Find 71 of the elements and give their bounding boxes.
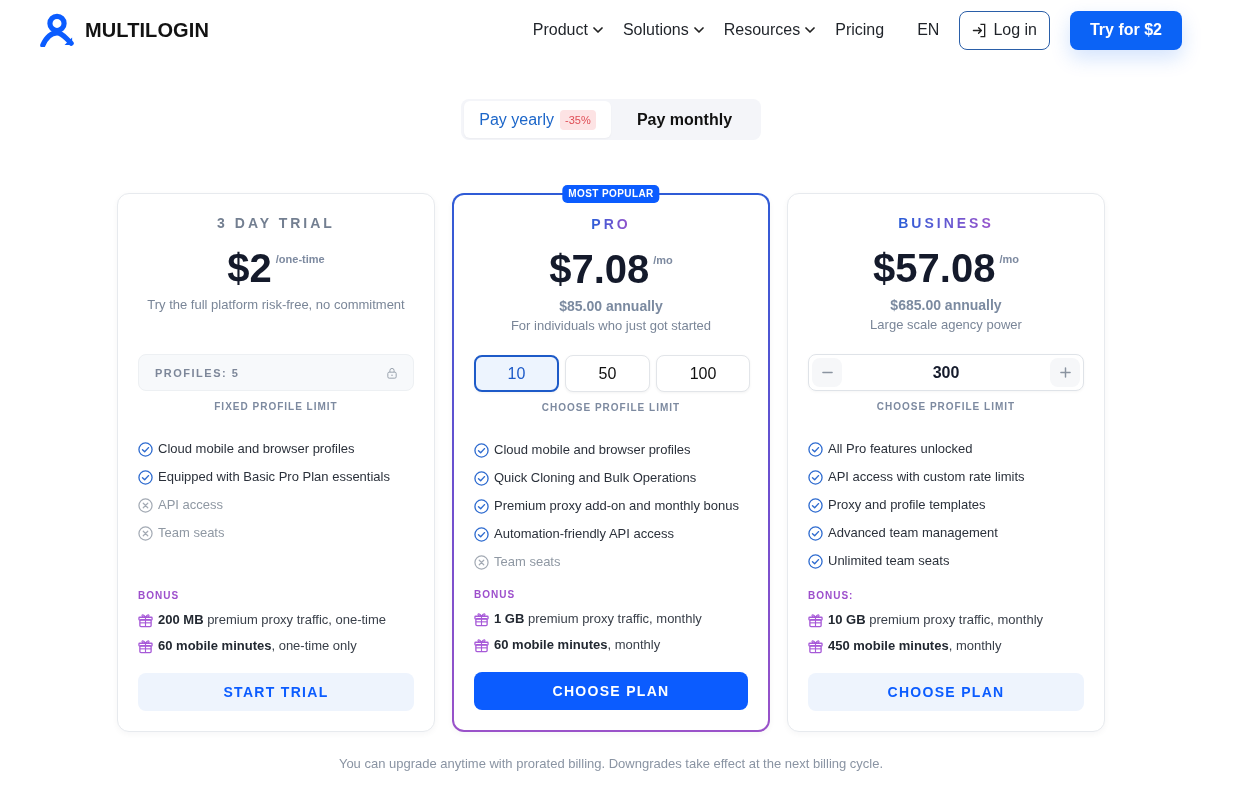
annual-price: $85.00 annually [559, 297, 663, 315]
gift-icon [138, 638, 153, 654]
profile-limit-value: PROFILES: 5 [155, 366, 240, 379]
profile-stepper[interactable]: 300 [808, 354, 1084, 391]
plan-price: $57.08 [873, 248, 996, 288]
profile-limit-caption: FIXED PROFILE LIMIT [213, 401, 339, 413]
profile-limit-caption: CHOOSE PROFILE LIMIT [540, 402, 682, 414]
bonus-text: 1 GB premium proxy traffic, monthly [494, 610, 702, 628]
feature-text: Cloud mobile and browser profiles [158, 440, 355, 458]
billing-tab[interactable]: Pay monthly [611, 101, 758, 138]
price-period: /one-time [275, 253, 325, 265]
language-link[interactable]: EN [917, 21, 940, 39]
bonus-label: BONUS: [808, 590, 855, 602]
feature-text: Quick Cloning and Bulk Operations [494, 469, 697, 487]
gift-icon [474, 611, 489, 627]
bonus-label: BONUS [474, 589, 517, 601]
price-period: /mo [999, 253, 1019, 265]
feature-text: Premium proxy add-on and monthly bonus [494, 497, 739, 515]
bonus-text: 10 GB premium proxy traffic, monthly [828, 611, 1044, 629]
profile-limit-caption: CHOOSE PROFILE LIMIT [875, 401, 1017, 413]
feature-text: Proxy and profile templates [828, 496, 986, 514]
gift-icon [138, 612, 153, 628]
feature-text: Advanced team management [828, 524, 998, 542]
profile-count: 300 [931, 363, 961, 382]
plan-tagline: For individuals who just got started [510, 317, 712, 335]
feature-text: API access [158, 496, 224, 514]
logo-text[interactable]: MULTILOGIN [85, 18, 209, 42]
gift-icon [474, 637, 489, 653]
feature-text: API access with custom rate limits [828, 468, 1025, 486]
bonus-label: BONUS [138, 590, 181, 602]
popular-ribbon: MOST POPULAR [562, 185, 660, 203]
profile-limit-option[interactable]: 50 [565, 355, 650, 392]
feature-text: Cloud mobile and browser profiles [494, 441, 691, 459]
plan-button[interactable]: START TRIAL [138, 673, 414, 711]
plan-button[interactable]: CHOOSE PLAN [808, 673, 1084, 711]
nav-link[interactable]: Pricing [835, 21, 885, 39]
bonus-text: 450 mobile minutes, monthly [828, 637, 1002, 655]
plan-price: $7.08 [549, 249, 650, 289]
feature-text: All Pro features unlocked [828, 440, 973, 458]
plan-price: $2 [227, 248, 272, 288]
login-button[interactable]: Log in [959, 10, 1050, 50]
plan-name: 3 DAY TRIAL [217, 214, 335, 232]
feature-text: Automation-friendly API access [494, 525, 674, 543]
logo-icon[interactable] [40, 13, 74, 47]
billing-tab[interactable]: Pay yearly -35% [464, 101, 611, 138]
plus-icon [1059, 367, 1071, 378]
bonus-text: 60 mobile minutes, one-time only [158, 637, 357, 655]
login-icon [972, 22, 988, 38]
feature-text: Team seats [158, 524, 225, 542]
feature-text: Unlimited team seats [828, 552, 950, 570]
billing-note: You can upgrade anytime with prorated billing. Downgrades take effect at the next billing cycle. [337, 755, 885, 773]
profile-limit-option[interactable]: 10 [474, 355, 559, 392]
annual-price: $685.00 annually [890, 296, 1002, 314]
bonus-text: 200 MB premium proxy traffic, one-time [158, 611, 387, 629]
profile-limit-option[interactable]: 100 [656, 355, 750, 392]
plan-button[interactable]: CHOOSE PLAN [474, 672, 748, 710]
bonus-text: 60 mobile minutes, monthly [494, 636, 661, 654]
discount-badge: -35% [560, 109, 596, 130]
increase-button[interactable] [1050, 358, 1080, 387]
gift-icon [808, 638, 823, 654]
plan-tagline: Large scale agency power [870, 316, 1022, 334]
feature-text: Equipped with Basic Pro Plan essentials [158, 468, 390, 486]
feature-text: Team seats [494, 553, 561, 571]
plan-tagline: Try the full platform risk-free, no commitment [147, 296, 405, 314]
gift-icon [808, 612, 823, 628]
nav-link[interactable]: Product [532, 21, 603, 39]
decrease-button[interactable] [812, 358, 842, 387]
trial-cta-button[interactable]: Try for $2 [1069, 10, 1182, 50]
nav-link[interactable]: Solutions [622, 21, 704, 39]
nav-link[interactable]: Resources [723, 21, 816, 39]
price-period: /mo [653, 254, 673, 266]
